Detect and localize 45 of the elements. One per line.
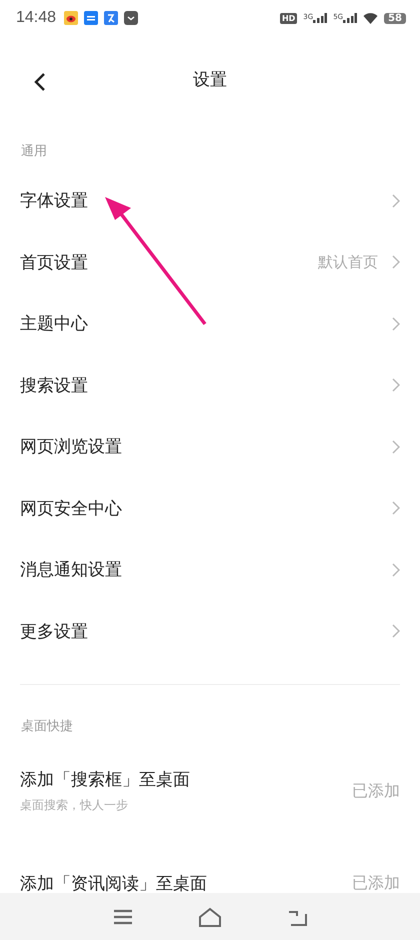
row-label: 首页设置	[20, 252, 88, 274]
menu-icon[interactable]	[112, 908, 133, 924]
row-label: 添加「资讯阅读」至桌面	[20, 872, 207, 894]
chevron-icon	[392, 378, 400, 392]
chevron-icon	[392, 255, 400, 270]
app-icon	[104, 11, 118, 25]
chevron-icon	[392, 194, 400, 208]
chevron-icon	[392, 316, 400, 331]
settings-row[interactable]: 首页设置 默认首页	[20, 232, 400, 293]
section-header: 桌面快捷	[20, 718, 74, 736]
chevron-icon	[392, 440, 400, 454]
row-label: 消息通知设置	[20, 559, 122, 582]
settings-row[interactable]: 主题中心	[20, 293, 400, 354]
page-title: 设置	[193, 68, 227, 90]
chevron-icon	[392, 562, 400, 577]
settings-row[interactable]: 更多设置	[20, 600, 400, 662]
row-label: 网页安全中心	[20, 498, 122, 520]
chevron-icon	[392, 501, 400, 516]
row-label: 更多设置	[20, 620, 88, 643]
settings-row[interactable]: 添加「搜索框」至桌面 桌面搜索，快人一步 已添加	[20, 745, 400, 837]
status-text: 已添加	[352, 872, 400, 894]
battery-level: 58	[384, 12, 406, 24]
row-label: 字体设置	[20, 190, 88, 212]
row-label: 搜索设置	[20, 374, 88, 397]
app-icon	[84, 11, 98, 25]
row-label: 网页浏览设置	[20, 436, 122, 458]
status-time: 14:48	[16, 9, 56, 27]
signal-icon	[343, 13, 358, 23]
settings-row[interactable]: 网页安全中心	[20, 478, 400, 539]
wifi-icon	[363, 12, 378, 24]
signal-icon	[313, 13, 328, 23]
mail-icon	[124, 11, 138, 25]
hd-badge: HD	[280, 12, 298, 24]
settings-row[interactable]: 消息通知设置	[20, 539, 400, 600]
row-label: 添加「搜索框」至桌面	[20, 769, 190, 791]
home-icon[interactable]	[198, 906, 222, 926]
row-value: 默认首页	[318, 252, 378, 272]
section-header: 通用	[20, 143, 48, 161]
settings-row[interactable]: 搜索设置	[20, 354, 400, 416]
row-label: 主题中心	[20, 313, 88, 336]
settings-row[interactable]: 网页浏览设置	[20, 416, 400, 478]
status-text: 已添加	[352, 780, 400, 802]
chevron-icon	[392, 624, 400, 638]
settings-row[interactable]: 字体设置	[20, 170, 400, 232]
row-subtitle: 桌面搜索，快人一步	[20, 797, 129, 814]
